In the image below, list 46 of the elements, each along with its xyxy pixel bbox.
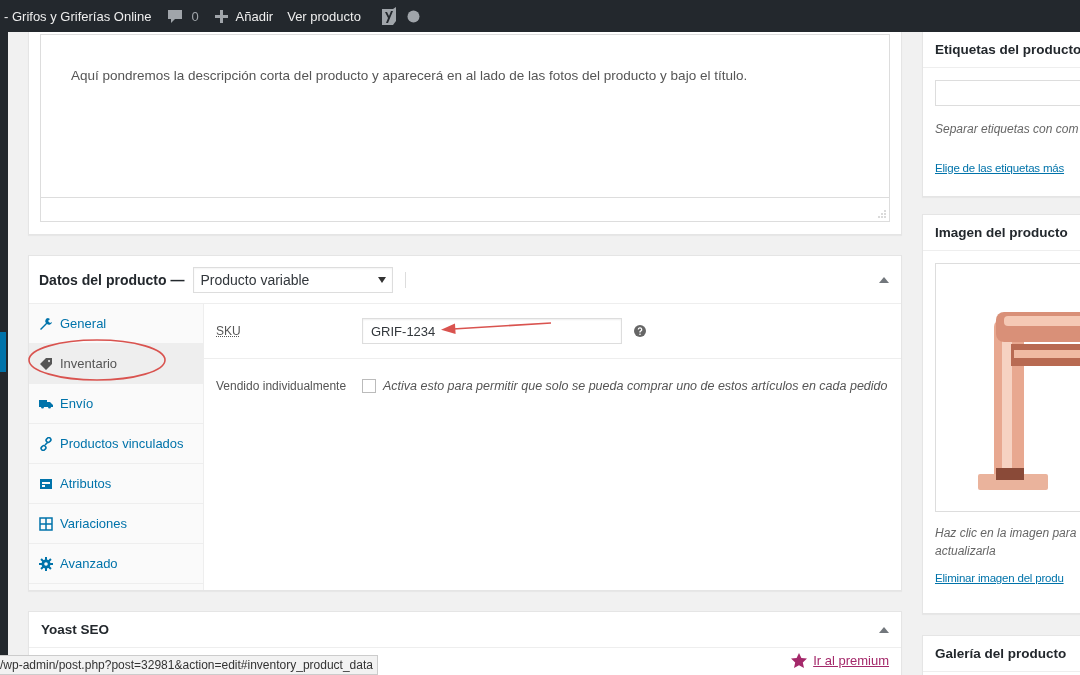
premium-link[interactable]: Ir al premium [813, 653, 889, 668]
sku-label: SKU [216, 324, 242, 338]
checkbox[interactable] [362, 379, 376, 393]
product-data-tab[interactable]: Avanzado [29, 544, 203, 584]
wrench-icon [39, 316, 53, 331]
status-dot-icon [406, 9, 420, 23]
sold-individually-label: Vendido individualmente [216, 379, 348, 393]
site-name-link[interactable]: - Grifos y Griferías Online [4, 8, 152, 24]
product-type-select[interactable]: Producto variable [193, 266, 394, 293]
collapse-toggle-icon[interactable] [879, 626, 889, 633]
resize-handle-icon[interactable] [878, 210, 886, 218]
remove-image-link[interactable]: Eliminar imagen del produ [935, 572, 1080, 584]
collapse-toggle-icon[interactable] [879, 276, 889, 283]
dropdown-caret-icon [378, 276, 387, 283]
window-icon [39, 476, 53, 491]
tags-hint: Separar etiquetas con com [935, 121, 1080, 138]
active-menu-marker [0, 332, 6, 372]
gear-icon [39, 556, 53, 571]
product-data-tab[interactable]: Atributos [29, 464, 203, 504]
tags-field[interactable] [935, 80, 1080, 106]
image-hint: Haz clic en la imagen para actualizarla [935, 525, 1078, 560]
product-data-tab[interactable]: Productos vinculados [29, 424, 203, 464]
grid-icon [39, 516, 53, 531]
tags-title: Etiquetas del producto [935, 42, 1080, 57]
comment-icon[interactable] [167, 8, 184, 24]
product-data-tab[interactable]: Inventario [29, 344, 203, 384]
view-product-link[interactable]: Ver producto [287, 8, 361, 24]
image-title: Imagen del producto [935, 225, 1068, 240]
product-data-title: Datos del producto — [39, 271, 185, 288]
yoast-title: Yoast SEO [41, 622, 110, 637]
choose-tags-link[interactable]: Elige de las etiquetas más [935, 162, 1080, 174]
checkbox-description: Activa esto para permitir que solo se pueda comprar uno de estos artículos en cada pedido [383, 379, 888, 393]
product-data-tab[interactable]: Envío [29, 384, 203, 424]
star-icon [791, 653, 808, 668]
comment-count: 0 [191, 8, 199, 24]
sku-field[interactable]: GRIF-1234 [362, 318, 622, 344]
plus-icon[interactable] [214, 9, 228, 23]
add-new-link[interactable]: Añadir [235, 8, 274, 24]
status-bar-url: /wp-admin/post.php?post=32981&action=edit#inventory_product_data [0, 655, 378, 675]
tag-icon [39, 356, 53, 371]
gallery-title: Galería del producto [935, 646, 1067, 661]
editor-area[interactable]: Aquí pondremos la descripción corta del producto y aparecerá en al lado de las fotos del producto y bajo el título. [40, 34, 890, 222]
link-icon [39, 436, 53, 451]
help-icon[interactable] [634, 325, 646, 337]
short-description-text: Aquí pondremos la descripción corta del producto y aparecerá en al lado de las fotos del producto y bajo el título. [70, 67, 749, 85]
product-data-tab[interactable]: Variaciones [29, 504, 203, 544]
